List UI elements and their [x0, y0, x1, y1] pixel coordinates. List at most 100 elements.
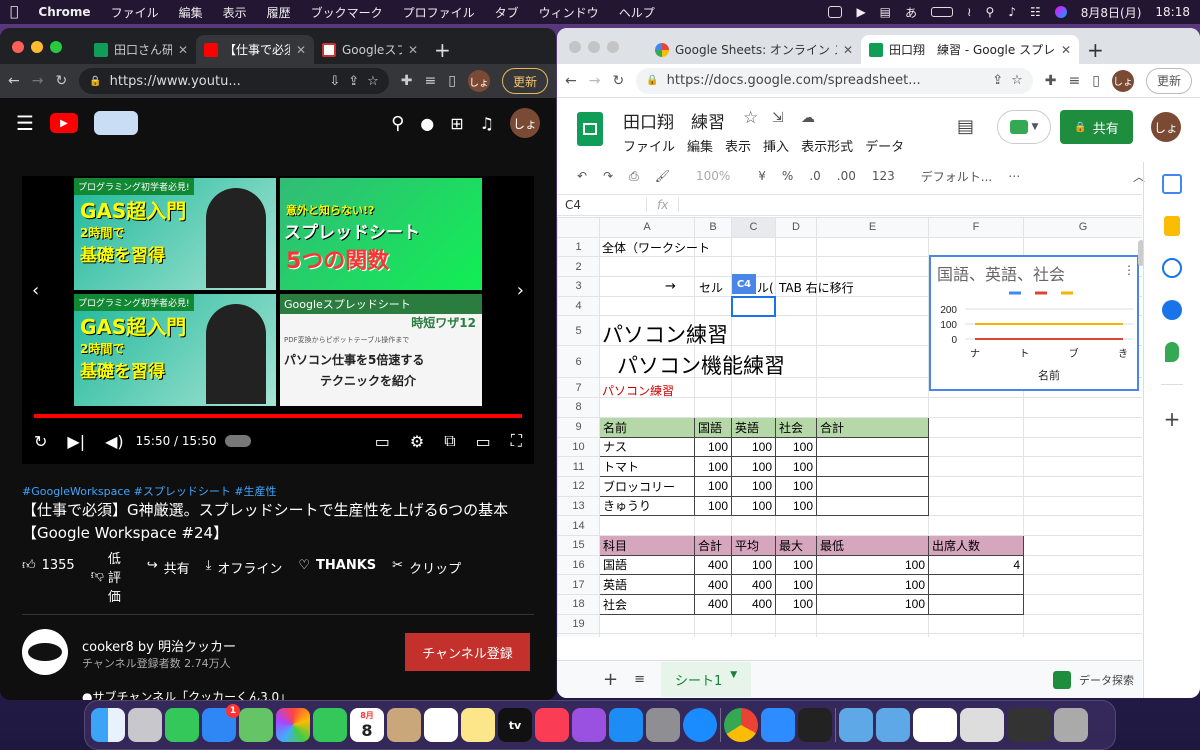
- next-video-icon[interactable]: ▶|: [67, 432, 85, 451]
- account-avatar[interactable]: しょ: [510, 108, 540, 138]
- chart-menu-icon[interactable]: ⋮: [1123, 263, 1135, 277]
- print-icon[interactable]: ⎙: [629, 169, 639, 184]
- minimize-window-button[interactable]: [31, 41, 43, 53]
- profile-avatar[interactable]: しょ: [1111, 69, 1134, 92]
- offline-button[interactable]: ⤓ オフライン: [206, 550, 283, 577]
- cell[interactable]: [694, 295, 732, 317]
- table1-cell[interactable]: 100: [694, 475, 732, 497]
- cell[interactable]: [928, 613, 1024, 635]
- cell-d3[interactable]: TAB 右に移行: [779, 279, 854, 296]
- menu-app-name[interactable]: Chrome: [38, 5, 90, 19]
- maps-icon[interactable]: [1165, 342, 1179, 362]
- url-field[interactable]: 🔒 https://www.youtu... ⇩ ⇪ ☆: [79, 68, 389, 94]
- table2-cell[interactable]: 100: [775, 554, 817, 576]
- zoom-status-icon[interactable]: [828, 6, 843, 18]
- subtitles-icon[interactable]: ▭: [375, 432, 390, 451]
- channel-name[interactable]: cooker8 by 明治クッカー: [82, 636, 236, 655]
- table1-header-cell[interactable]: 国語: [694, 416, 732, 438]
- row-header[interactable]: 14: [557, 515, 600, 536]
- star-icon[interactable]: ☆: [743, 108, 758, 128]
- new-tab-button[interactable]: +: [426, 35, 459, 64]
- share-icon[interactable]: ⇪: [992, 73, 1003, 88]
- hamburger-menu-icon[interactable]: ☰: [16, 111, 34, 135]
- cell[interactable]: [731, 515, 776, 536]
- zoom-icon[interactable]: [761, 708, 795, 742]
- screen-icon[interactable]: ▤: [880, 5, 891, 19]
- chart[interactable]: 国語、英語、社会 ⋮ 200 100 0 ナ ト ブ き名前: [929, 255, 1139, 391]
- add-sheet-icon[interactable]: +: [603, 669, 618, 690]
- column-header[interactable]: B: [694, 217, 732, 238]
- messages-icon[interactable]: [165, 708, 199, 742]
- cell[interactable]: [1023, 613, 1142, 635]
- back-icon[interactable]: ←: [565, 73, 577, 89]
- cell[interactable]: [694, 613, 732, 635]
- endscreen-video-1[interactable]: プログラミング初学者必見! GAS超入門 2時間で 基礎を習得: [74, 178, 276, 290]
- prev-arrow-icon[interactable]: ‹: [32, 280, 39, 301]
- close-tab-icon[interactable]: ✕: [1061, 43, 1071, 57]
- forward-icon[interactable]: →: [32, 73, 44, 89]
- cell-a1[interactable]: 全体（ワークシート: [602, 239, 710, 256]
- cell[interactable]: [599, 613, 695, 635]
- decrease-decimal-button[interactable]: .0: [809, 169, 820, 183]
- cell-a5[interactable]: パソコン練習: [602, 319, 728, 349]
- cell[interactable]: [1023, 416, 1142, 438]
- menu-profile[interactable]: プロファイル: [403, 4, 475, 21]
- row-header[interactable]: 4: [557, 295, 600, 317]
- menu-format[interactable]: 表示形式: [801, 136, 853, 155]
- extensions-icon[interactable]: ✚: [401, 73, 413, 89]
- cell[interactable]: [775, 397, 817, 418]
- cell[interactable]: [775, 236, 817, 258]
- install-icon[interactable]: ⇩: [329, 74, 340, 89]
- table1-cell[interactable]: きゅうり: [599, 495, 695, 517]
- paint-format-icon[interactable]: 🖌︎: [655, 169, 670, 183]
- system-preferences-icon[interactable]: [646, 708, 680, 742]
- cell[interactable]: [694, 256, 732, 278]
- cell[interactable]: [1023, 633, 1142, 637]
- cell-b3[interactable]: セル: [699, 279, 723, 296]
- row-header[interactable]: 11: [557, 456, 600, 477]
- miniplayer-icon[interactable]: ⧉: [444, 431, 455, 451]
- menu-file[interactable]: ファイル: [111, 4, 159, 21]
- subscribe-button[interactable]: チャンネル登録: [405, 633, 530, 671]
- table2-cell[interactable]: 4: [928, 554, 1024, 576]
- notes-icon[interactable]: [461, 708, 495, 742]
- table2-header-cell[interactable]: 最低: [816, 534, 929, 556]
- cell[interactable]: [775, 515, 817, 536]
- like-button[interactable]: 👍︎ 1355: [22, 550, 75, 573]
- activity-monitor-icon[interactable]: [798, 708, 832, 742]
- table2-cell[interactable]: 100: [731, 554, 776, 576]
- fullscreen-icon[interactable]: ⛶: [511, 431, 522, 451]
- cell[interactable]: [731, 613, 776, 635]
- cell[interactable]: [599, 633, 695, 637]
- cell[interactable]: [1023, 515, 1142, 536]
- progress-bar[interactable]: [34, 414, 522, 418]
- menu-file[interactable]: ファイル: [623, 136, 675, 155]
- corner-cell[interactable]: [557, 217, 600, 238]
- sheet-grid[interactable]: A B C D E F G 1 2 3 4 5 6 7 8 9 名前 国語 英語 社会 合計 10 ナス 100…: [557, 217, 1142, 637]
- photos-icon[interactable]: [276, 708, 310, 742]
- table1-cell[interactable]: 100: [731, 495, 776, 517]
- cell[interactable]: [694, 377, 732, 399]
- cell[interactable]: [928, 515, 1024, 536]
- chrome-icon[interactable]: [724, 708, 758, 742]
- table1-cell[interactable]: [816, 456, 929, 477]
- media-icon[interactable]: ≡: [1069, 73, 1081, 89]
- cell[interactable]: [775, 295, 817, 317]
- table2-cell[interactable]: 100: [775, 574, 817, 595]
- meet-button[interactable]: ▼: [997, 110, 1051, 144]
- new-tab-button[interactable]: +: [1079, 35, 1112, 64]
- minimize-window-button[interactable]: [588, 41, 600, 53]
- menu-view[interactable]: 表示: [223, 4, 247, 21]
- cell[interactable]: [1023, 236, 1142, 258]
- row-header[interactable]: 5: [557, 315, 600, 347]
- column-header[interactable]: C: [731, 217, 776, 238]
- cell[interactable]: [599, 276, 695, 297]
- cell[interactable]: [928, 416, 1024, 438]
- cell[interactable]: [928, 436, 1024, 458]
- share-button[interactable]: 🔒 共有: [1060, 110, 1133, 144]
- control-center-icon[interactable]: ☷: [1030, 5, 1041, 19]
- formula-input[interactable]: [679, 195, 1142, 215]
- table1-cell[interactable]: 100: [731, 475, 776, 497]
- dislike-button[interactable]: 👎︎ 低評価: [91, 550, 121, 607]
- row-header[interactable]: 18: [557, 594, 600, 615]
